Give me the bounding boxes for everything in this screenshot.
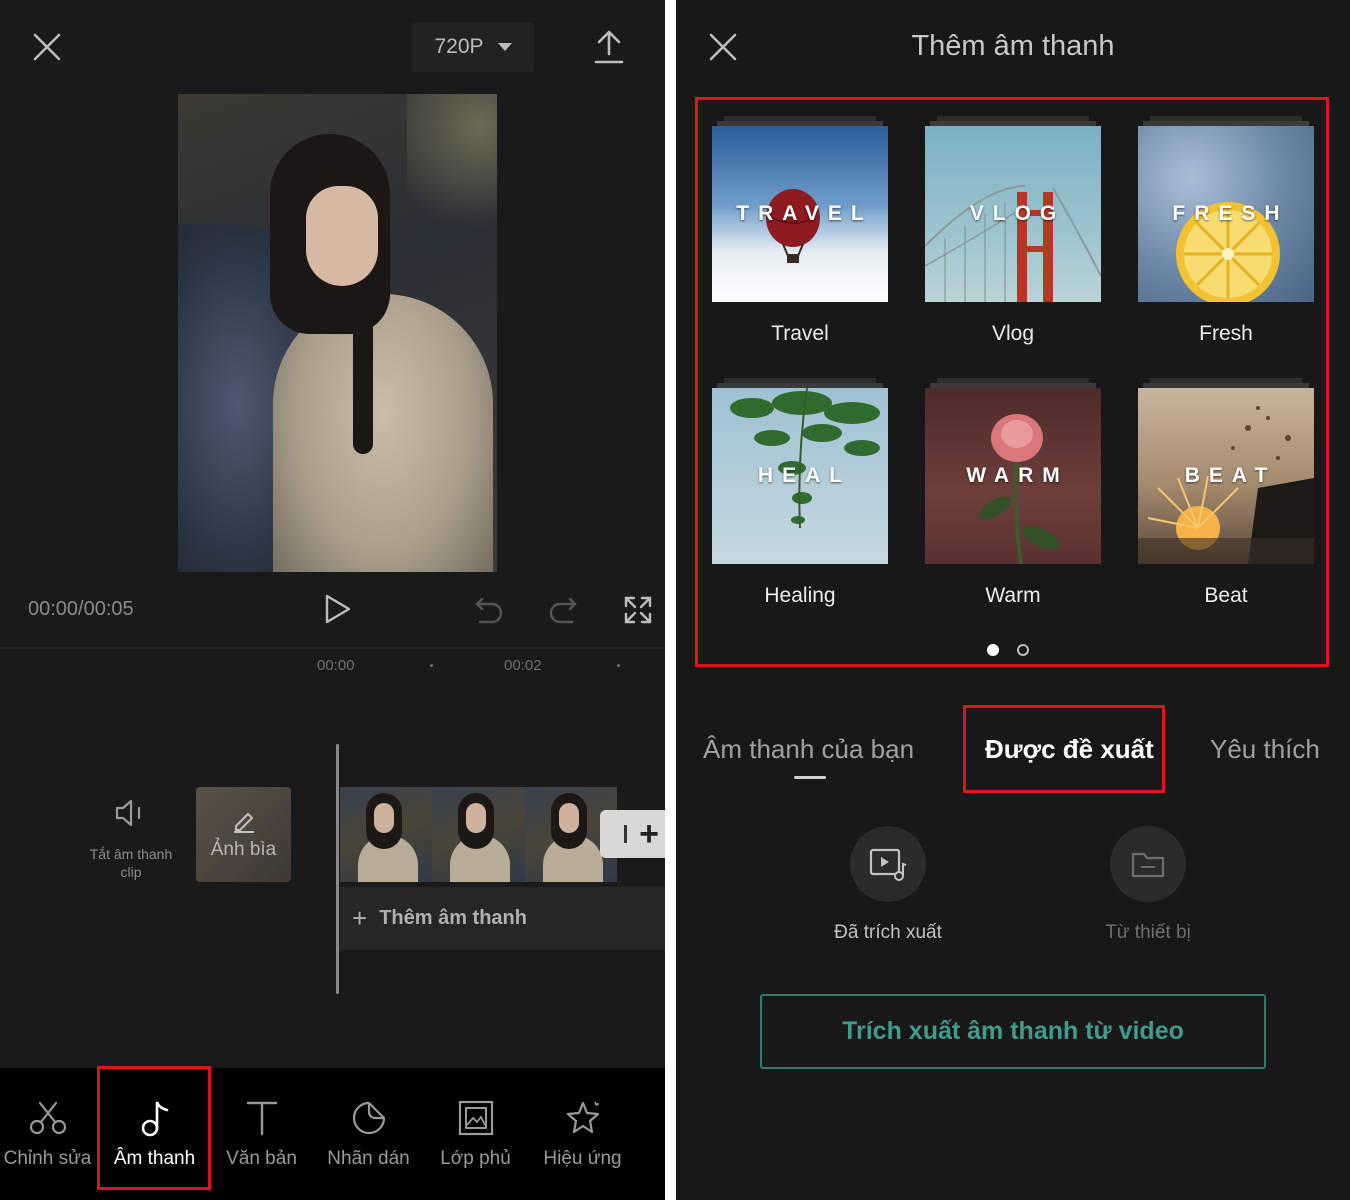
add-sound-screen: Thêm âm thanh TRAVEL Travel VLOG Vlog FR… xyxy=(676,0,1350,1200)
plus-icon: + xyxy=(639,815,659,853)
tool-label: Nhãn dán xyxy=(327,1148,410,1169)
tool-label: Chỉnh sửa xyxy=(3,1148,92,1169)
clip-frame xyxy=(432,787,525,882)
cover-button[interactable]: Ảnh bìa xyxy=(196,787,291,882)
tool-text[interactable]: Văn bản xyxy=(208,1068,315,1200)
scissors-icon xyxy=(28,1098,68,1138)
source-device[interactable]: Từ thiết bị xyxy=(1048,826,1248,944)
video-clip-strip[interactable] xyxy=(340,787,617,882)
tool-label: Văn bản xyxy=(226,1148,297,1169)
cover-label: Ảnh bìa xyxy=(210,839,277,860)
export-upload-icon[interactable] xyxy=(594,30,624,64)
tab-underline xyxy=(794,776,826,779)
tab-your-sounds[interactable]: Âm thanh của bạn xyxy=(703,734,914,765)
timeline-mark: 00:02 xyxy=(504,657,542,674)
tab-favorites[interactable]: Yêu thích xyxy=(1210,734,1320,765)
tool-effects[interactable]: Hiệu ứng xyxy=(529,1068,636,1200)
video-preview[interactable] xyxy=(178,94,497,572)
pencil-icon xyxy=(232,809,256,833)
folder-icon xyxy=(1110,826,1186,902)
timeline-playhead[interactable] xyxy=(336,744,339,994)
extract-audio-button[interactable]: Trích xuất âm thanh từ video xyxy=(760,994,1266,1069)
undo-icon[interactable] xyxy=(474,596,504,624)
playback-timecode: 00:00/00:05 xyxy=(28,598,134,620)
sticker-icon xyxy=(351,1098,387,1138)
clip-frame xyxy=(340,787,433,882)
source-extracted[interactable]: Đã trích xuất xyxy=(788,826,988,944)
tool-label: Lớp phủ xyxy=(440,1148,511,1169)
video-music-icon xyxy=(850,826,926,902)
resolution-value: 720P xyxy=(434,35,484,58)
play-icon[interactable] xyxy=(324,594,352,624)
tool-edit[interactable]: Chỉnh sửa xyxy=(0,1068,101,1200)
add-audio-track[interactable]: + Thêm âm thanh xyxy=(340,887,665,950)
tool-overlay[interactable]: Lớp phủ xyxy=(422,1068,529,1200)
speaker-icon[interactable] xyxy=(114,798,146,828)
source-label: Từ thiết bị xyxy=(1105,922,1191,943)
redo-icon[interactable] xyxy=(548,596,578,624)
source-label: Đã trích xuất xyxy=(834,922,942,943)
divider xyxy=(0,647,665,649)
highlight-box xyxy=(97,1066,211,1190)
overlay-icon xyxy=(458,1098,494,1138)
page-title: Thêm âm thanh xyxy=(911,30,1115,62)
effects-star-icon xyxy=(564,1098,602,1138)
timeline-tick xyxy=(617,664,620,667)
add-audio-label: Thêm âm thanh xyxy=(379,907,527,929)
text-icon xyxy=(245,1098,279,1138)
resolution-dropdown[interactable]: 720P xyxy=(412,22,534,72)
chevron-down-icon xyxy=(497,43,512,51)
mute-clip-label[interactable]: Tắt âm thanh clip xyxy=(80,845,182,881)
highlight-box xyxy=(963,705,1165,793)
tool-sticker[interactable]: Nhãn dán xyxy=(315,1068,422,1200)
timeline-tick xyxy=(430,664,433,667)
tool-label: Hiệu ứng xyxy=(543,1148,622,1169)
close-icon[interactable] xyxy=(32,32,62,62)
plus-icon: + xyxy=(352,903,368,933)
timeline-mark: 00:00 xyxy=(317,657,355,674)
add-clip-button[interactable]: + xyxy=(600,810,665,858)
fullscreen-icon[interactable] xyxy=(624,596,652,624)
editor-screen: 720P 00:00/00:05 00:00 00:02 Tắt âm than… xyxy=(0,0,665,1200)
highlight-box xyxy=(695,97,1329,667)
